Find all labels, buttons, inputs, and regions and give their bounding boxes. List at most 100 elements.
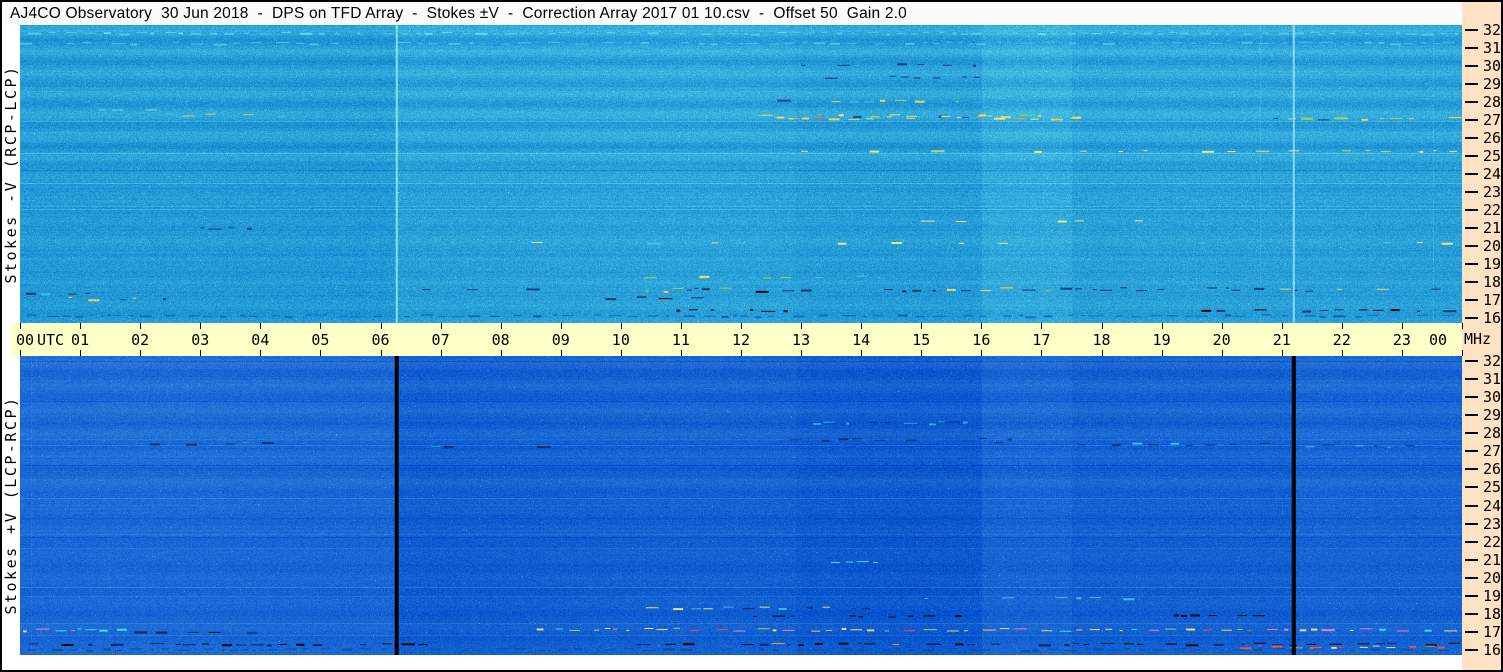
frequency-tick-label: 20 <box>1483 237 1502 255</box>
time-tick <box>1281 350 1283 356</box>
time-tick <box>620 323 622 329</box>
spectrogram-panel-stokes-plus-v <box>20 356 1462 655</box>
frequency-tick-label: 25 <box>1483 478 1502 497</box>
frequency-tick-label: 23 <box>1483 514 1502 533</box>
frequency-tick-label: 23 <box>1483 183 1502 201</box>
time-tick-label: 01 <box>71 330 90 349</box>
frequency-tick <box>1465 227 1478 229</box>
time-tick <box>1281 323 1283 329</box>
frequency-tick <box>1465 137 1478 139</box>
frequency-tick-label: 27 <box>1483 442 1502 461</box>
frequency-tick-label: 29 <box>1483 75 1502 93</box>
frequency-tick-label: 18 <box>1483 273 1502 291</box>
frequency-tick-label: 26 <box>1483 129 1502 147</box>
frequency-tick <box>1465 65 1478 67</box>
time-tick <box>380 323 382 329</box>
frequency-tick <box>1465 360 1478 362</box>
frequency-tick <box>1465 29 1478 31</box>
time-tick <box>200 323 202 329</box>
frequency-tick-label: 21 <box>1483 219 1502 237</box>
time-tick <box>1041 323 1043 329</box>
time-tick <box>260 350 262 356</box>
stokes-minus-v-label: Stokes -V (RCP-LCP) <box>2 64 20 284</box>
frequency-tick <box>1465 378 1478 381</box>
time-tick <box>380 350 382 356</box>
time-tick-label: 19 <box>1152 330 1171 349</box>
time-tick <box>20 323 21 329</box>
time-tick <box>981 323 983 329</box>
time-tick <box>320 350 322 356</box>
spectrogram-panel-stokes-minus-v <box>20 25 1462 323</box>
frequency-tick-label: 19 <box>1483 255 1502 273</box>
frequency-tick-label: 22 <box>1483 201 1502 219</box>
frequency-tick <box>1465 155 1478 157</box>
time-tick-label: 11 <box>671 330 690 349</box>
time-tick <box>560 323 562 329</box>
time-tick <box>1161 350 1163 356</box>
time-tick <box>981 350 983 356</box>
time-tick <box>1041 350 1043 356</box>
time-tick-label: 07 <box>431 330 450 349</box>
spectrograph-window: AJ4CO Observatory 30 Jun 2018 - DPS on T… <box>0 0 1503 672</box>
time-tick <box>801 323 803 329</box>
frequency-tick <box>1465 612 1478 615</box>
time-tick <box>140 323 142 329</box>
time-tick-label: 17 <box>1032 330 1051 349</box>
time-tick <box>801 350 803 356</box>
frequency-tick <box>1465 486 1478 489</box>
time-axis: UTC 00 01 02 03 04 05 06 07 08 09 10 11 12 13 14 15 16 17… <box>0 323 1463 356</box>
frequency-tick <box>1465 173 1478 175</box>
time-tick-label: 03 <box>191 330 210 349</box>
time-tick <box>620 350 622 356</box>
time-tick <box>680 350 682 356</box>
frequency-tick-label: 30 <box>1483 388 1502 407</box>
time-tick-label: 10 <box>611 330 630 349</box>
time-tick-label: 06 <box>371 330 390 349</box>
frequency-tick <box>1465 209 1478 211</box>
time-tick-label: 22 <box>1332 330 1351 349</box>
frequency-tick <box>1465 468 1478 471</box>
time-tick <box>861 323 863 329</box>
frequency-tick <box>1465 432 1478 435</box>
time-tick-label: 15 <box>912 330 931 349</box>
frequency-tick <box>1465 83 1478 85</box>
frequency-tick-label: 18 <box>1483 604 1502 623</box>
time-tick-label: 23 <box>1392 330 1411 349</box>
frequency-tick-label: 16 <box>1483 309 1502 327</box>
time-tick <box>500 323 502 329</box>
frequency-tick-label: 19 <box>1483 586 1502 605</box>
frequency-tick <box>1465 522 1478 525</box>
time-tick <box>1401 323 1403 329</box>
frequency-tick <box>1465 558 1478 561</box>
frequency-tick-label: 25 <box>1483 147 1502 165</box>
time-tick-label: 00 <box>15 330 35 349</box>
frequency-tick <box>1465 245 1478 247</box>
frequency-tick <box>1465 101 1478 103</box>
time-tick <box>861 350 863 356</box>
stokes-plus-v-label: Stokes +V (LCP-RCP) <box>2 395 20 615</box>
time-tick <box>500 350 502 356</box>
time-tick-label: 14 <box>852 330 871 349</box>
frequency-tick-label: 24 <box>1483 165 1502 183</box>
frequency-tick <box>1465 191 1478 193</box>
time-tick <box>1101 323 1103 329</box>
bottom-margin <box>2 655 1462 670</box>
time-tick-label: 09 <box>551 330 570 349</box>
frequency-tick <box>1465 630 1478 633</box>
window-title: AJ4CO Observatory 30 Jun 2018 - DPS on T… <box>10 5 908 22</box>
time-tick-label: 20 <box>1212 330 1231 349</box>
time-tick <box>440 350 442 356</box>
time-tick <box>1101 350 1103 356</box>
time-tick-label: 00 <box>1428 330 1448 349</box>
time-tick <box>260 323 262 329</box>
time-tick <box>440 323 442 329</box>
frequency-tick <box>1465 299 1478 301</box>
time-tick <box>680 323 682 329</box>
frequency-tick <box>1465 317 1478 319</box>
time-tick <box>1161 323 1163 329</box>
time-tick <box>741 323 742 329</box>
time-tick <box>1221 323 1223 329</box>
frequency-tick-label: 30 <box>1483 57 1502 75</box>
frequency-tick-label: 21 <box>1483 550 1502 569</box>
time-tick <box>921 350 923 356</box>
